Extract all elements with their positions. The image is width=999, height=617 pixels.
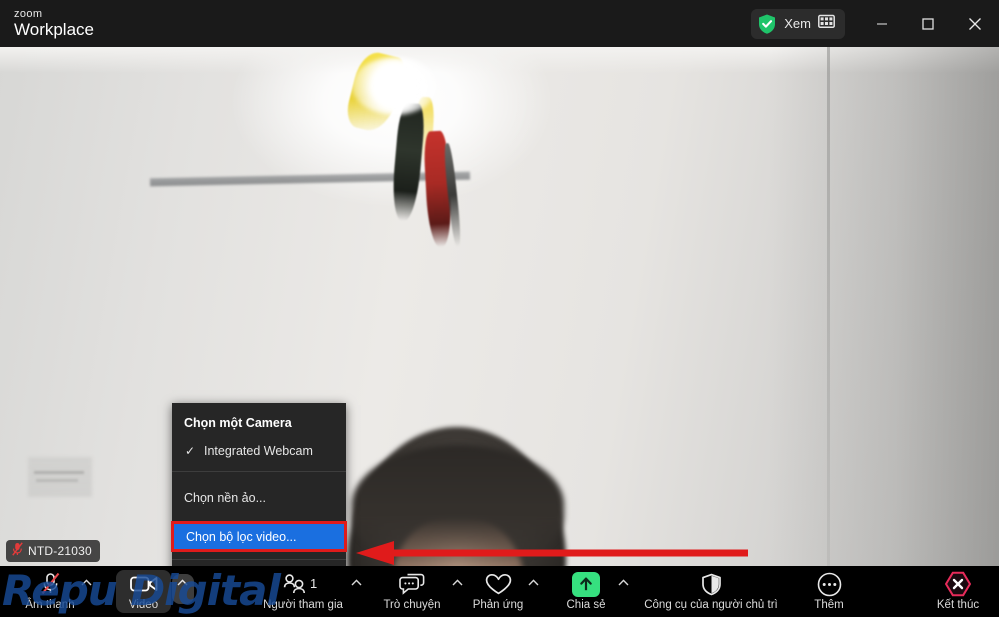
maximize-button[interactable]	[905, 0, 951, 47]
minimize-icon	[877, 22, 887, 25]
host-tools-button[interactable]: Công cụ của người chủ trì	[640, 568, 782, 615]
video-vignette	[0, 47, 999, 566]
audio-button-label: Âm thanh	[25, 599, 75, 611]
video-button-label: Video	[128, 599, 159, 611]
end-call-x-icon	[945, 571, 971, 597]
audio-chevron-up-icon[interactable]	[78, 571, 95, 593]
menu-item-virtual-background[interactable]: Chọn nền ảo...	[172, 485, 346, 511]
audio-button[interactable]: Âm thanh	[22, 568, 78, 615]
menu-item-integrated-webcam[interactable]: ✓ Integrated Webcam	[172, 438, 346, 464]
video-chevron-up-icon[interactable]	[174, 571, 191, 593]
chat-button[interactable]: Trò chuyện	[374, 568, 450, 615]
microphone-muted-icon	[12, 541, 23, 561]
title-bar-right-controls: Xem	[751, 0, 999, 47]
menu-item-label: Integrated Webcam	[204, 444, 313, 458]
shield-check-icon	[757, 13, 777, 35]
menu-spacer-mid	[172, 511, 346, 521]
meeting-toolbar: Âm thanh Video 1 Người tham gia Trò chuy…	[0, 566, 999, 617]
menu-item-label: Chọn bộ lọc video...	[186, 529, 297, 544]
chat-chevron-up-icon[interactable]	[449, 571, 466, 593]
chat-button-label: Trò chuyện	[383, 599, 441, 611]
end-meeting-button-label: Kết thúc	[936, 599, 980, 611]
shield-icon	[701, 572, 722, 596]
annotation-arrow	[356, 541, 748, 565]
logo-zoom-text: zoom	[14, 8, 43, 20]
menu-item-video-filters[interactable]: Chọn bộ lọc video...	[174, 524, 344, 549]
checkmark-icon: ✓	[185, 444, 196, 458]
minimize-button[interactable]	[859, 0, 905, 47]
camera-icon	[129, 572, 158, 596]
heart-icon	[485, 572, 512, 596]
title-bar: zoom Workplace Xem	[0, 0, 999, 47]
maximize-icon	[922, 17, 934, 30]
context-menu-header: Chọn một Camera	[184, 416, 292, 430]
participants-button-label: Người tham gia	[263, 599, 343, 611]
menu-divider-1	[172, 471, 346, 472]
share-chevron-up-icon[interactable]	[615, 571, 632, 593]
participants-chevron-up-icon[interactable]	[348, 571, 365, 593]
close-icon	[969, 17, 981, 30]
zoom-meeting-window: zoom Workplace Xem NTD-21030 Chọn một Ca…	[0, 0, 999, 617]
host-tools-button-label: Công cụ của người chủ trì	[644, 599, 778, 611]
more-button-label: Thêm	[814, 599, 844, 611]
reactions-button-label: Phản ứng	[472, 599, 524, 611]
share-button[interactable]: Chia sẻ	[560, 568, 612, 615]
reactions-button[interactable]: Phản ứng	[466, 568, 530, 615]
microphone-muted-icon	[41, 572, 60, 596]
logo-workplace-text: Workplace	[14, 20, 94, 39]
svg-text:1: 1	[310, 576, 317, 591]
video-feed: NTD-21030	[0, 47, 999, 566]
reactions-chevron-up-icon[interactable]	[525, 571, 542, 593]
menu-divider-2	[172, 559, 346, 560]
participant-name-badge: NTD-21030	[6, 540, 100, 562]
gallery-view-icon	[818, 14, 835, 34]
close-button[interactable]	[951, 0, 999, 47]
chat-bubble-icon	[399, 572, 425, 596]
menu-item-label: Chọn nền ảo...	[184, 491, 267, 505]
end-meeting-button[interactable]: Kết thúc	[925, 568, 991, 615]
video-button[interactable]: Video	[116, 568, 171, 615]
view-button[interactable]: Xem	[751, 8, 845, 39]
participant-name-text: NTD-21030	[28, 544, 92, 558]
participants-button[interactable]: 1 Người tham gia	[258, 568, 348, 615]
ellipsis-icon	[817, 572, 842, 596]
share-button-label: Chia sẻ	[566, 599, 606, 611]
menu-item-video-filter-annotation-box: Chọn bộ lọc video...	[171, 521, 347, 552]
participants-icon: 1	[280, 572, 326, 596]
more-button[interactable]: Thêm	[800, 568, 858, 615]
view-button-label: Xem	[784, 16, 811, 31]
zoom-workplace-logo: zoom Workplace	[14, 8, 94, 39]
share-screen-arrow-icon	[572, 571, 600, 597]
